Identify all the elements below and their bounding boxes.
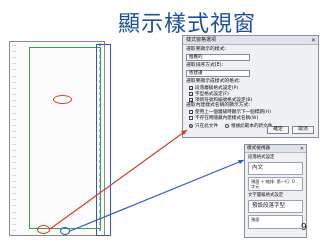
style-pane-options-dialog: 樣式窗格選項 ✕ 選取要顯示的樣式: 推薦的 選取排序方式(E): 依建議 選取… (182, 35, 319, 138)
checkbox-icon[interactable]: ✓ (189, 92, 193, 97)
paragraph-format-label: 段落格式設定 (248, 155, 275, 160)
options-red-marker (53, 95, 72, 104)
styles-to-show-select[interactable]: 推薦的 (186, 54, 250, 61)
options-link-highlight (60, 227, 70, 235)
option-checkbox[interactable]: 不存在時隱藏內建樣式名稱(W) (189, 115, 315, 121)
checkbox-icon[interactable]: ✓ (189, 86, 193, 91)
radio-label: 只在此文件 (195, 123, 218, 129)
slide-title: 顯示樣式視窗 (118, 12, 257, 37)
text-style-preview[interactable]: 預設段落字型 (248, 200, 303, 213)
radio-button[interactable] (224, 123, 229, 128)
checkbox-label: 不存在時隱藏內建樣式名稱(W) (195, 116, 259, 121)
close-icon[interactable]: ✕ (300, 145, 304, 153)
paragraph-style-desc: 預設 + 縮排: 第一行: 0 字元 (248, 177, 303, 191)
style-inspector-panel: 樣式檢視器 ✕ 段落格式設定 內文 預設 + 縮排: 第一行: 0 字元 文字層… (244, 144, 307, 238)
paragraph-style-preview[interactable]: 內文 (248, 162, 303, 175)
checkbox-icon[interactable] (189, 110, 193, 114)
sort-label: 選取排序方式(E): (186, 63, 224, 68)
style-type-glyphs-highlight (96, 44, 111, 236)
close-icon[interactable]: ✕ (311, 37, 316, 44)
ok-button[interactable]: 確定 (267, 126, 289, 134)
sort-order-select[interactable]: 依建議 (186, 70, 250, 77)
style-names-highlight (29, 47, 101, 229)
checkbox-icon[interactable]: ✓ (189, 98, 193, 103)
cancel-button[interactable]: 取消 (292, 126, 314, 134)
panel-title: 樣式檢視器 (245, 145, 306, 153)
text-style-desc: 預設 (248, 215, 303, 229)
radio-button[interactable] (189, 123, 193, 128)
dialog-title: 樣式窗格選項 (183, 36, 318, 45)
checkbox-icon[interactable] (189, 116, 193, 120)
select-styles-label: 選取要顯示的樣式: (186, 47, 226, 52)
text-format-label: 文字層級格式設定 (248, 193, 284, 198)
page-number: 9 (301, 222, 307, 233)
show-preview-highlight (37, 225, 50, 234)
